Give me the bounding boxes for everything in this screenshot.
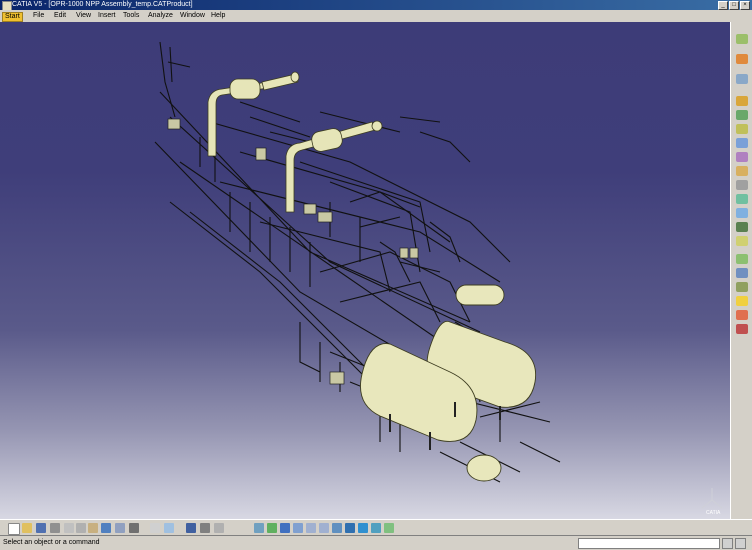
window-title: CATIA V5 - [OPR-1000 NPP Assembly_temp.C…: [12, 1, 193, 8]
copy-icon[interactable]: [76, 523, 86, 533]
right-toolbar: [730, 22, 752, 519]
formula-icon[interactable]: [150, 523, 160, 533]
status-bar: Select an object or a command: [0, 535, 752, 550]
print-icon[interactable]: [50, 523, 60, 533]
shading-icon[interactable]: [358, 523, 368, 533]
product-icon[interactable]: [736, 96, 748, 106]
close-button[interactable]: ×: [740, 1, 750, 10]
title-bar: CATIA V5 - [OPR-1000 NPP Assembly_temp.C…: [0, 0, 752, 11]
command-options-icon[interactable]: [735, 538, 746, 549]
coincidence-icon[interactable]: [736, 236, 748, 246]
window-controls: _ □ ×: [718, 1, 750, 10]
existing-component-icon[interactable]: [736, 124, 748, 134]
hide-show-icon[interactable]: [371, 523, 381, 533]
graph-tree-icon[interactable]: [736, 152, 748, 162]
iso-view-icon[interactable]: [345, 523, 355, 533]
bill-of-material-icon[interactable]: [736, 180, 748, 190]
command-stop-icon[interactable]: [722, 538, 733, 549]
menu-window[interactable]: Window: [180, 12, 205, 20]
command-icons: [722, 538, 746, 549]
scenes-icon[interactable]: [736, 194, 748, 204]
catalog-icon[interactable]: [186, 523, 196, 533]
compass-axes[interactable]: [701, 488, 723, 509]
zoom-in-icon[interactable]: [306, 523, 316, 533]
constraint-icon[interactable]: [736, 208, 748, 218]
snap-icon[interactable]: [736, 310, 748, 320]
part-icon[interactable]: [736, 110, 748, 120]
contact-icon[interactable]: [736, 254, 748, 264]
menu-start[interactable]: Start: [2, 12, 23, 22]
update-icon[interactable]: [736, 296, 748, 306]
3d-viewport[interactable]: CATIA: [0, 22, 730, 519]
menu-edit[interactable]: Edit: [54, 12, 66, 20]
maximize-button[interactable]: □: [729, 1, 739, 10]
menu-analyze[interactable]: Analyze: [148, 12, 173, 20]
offset-icon[interactable]: [736, 268, 748, 278]
redo-icon[interactable]: [115, 523, 125, 533]
minimize-button[interactable]: _: [718, 1, 728, 10]
undo-icon[interactable]: [101, 523, 111, 533]
compass-label: CATIA: [706, 510, 721, 516]
cut-icon[interactable]: [64, 523, 74, 533]
menu-view[interactable]: View: [76, 12, 91, 20]
clash-icon[interactable]: [736, 324, 748, 334]
menu-tools[interactable]: Tools: [123, 12, 139, 20]
swap-visible-space-icon[interactable]: [384, 523, 394, 533]
component-icon[interactable]: [736, 74, 748, 84]
menu-file[interactable]: File: [33, 12, 44, 20]
open-icon[interactable]: [22, 523, 32, 533]
bottom-toolbar: [0, 519, 752, 536]
generate-numbering-icon[interactable]: [736, 166, 748, 176]
fit-all-icon[interactable]: [267, 523, 277, 533]
whats-this-icon[interactable]: [129, 523, 139, 533]
plant-model: CATIA: [154, 41, 723, 516]
replace-icon[interactable]: [736, 138, 748, 148]
new-icon[interactable]: [8, 523, 20, 535]
pan-icon[interactable]: [280, 523, 290, 533]
sketch-icon[interactable]: [736, 34, 748, 44]
menu-insert[interactable]: Insert: [98, 12, 116, 20]
menu-help[interactable]: Help: [211, 12, 225, 20]
zoom-out-icon[interactable]: [319, 523, 329, 533]
angle-icon[interactable]: [736, 282, 748, 292]
fly-mode-icon[interactable]: [254, 523, 264, 533]
rotate-icon[interactable]: [293, 523, 303, 533]
normal-view-icon[interactable]: [332, 523, 342, 533]
measure-icon[interactable]: [200, 523, 210, 533]
command-input[interactable]: [578, 538, 720, 549]
knowledge-icon[interactable]: [164, 523, 174, 533]
status-message: Select an object or a command: [3, 539, 100, 546]
paste-icon[interactable]: [88, 523, 98, 533]
fix-icon[interactable]: [736, 222, 748, 232]
assembly-icon[interactable]: [736, 54, 748, 64]
sectioning-icon[interactable]: [214, 523, 224, 533]
save-icon[interactable]: [36, 523, 46, 533]
